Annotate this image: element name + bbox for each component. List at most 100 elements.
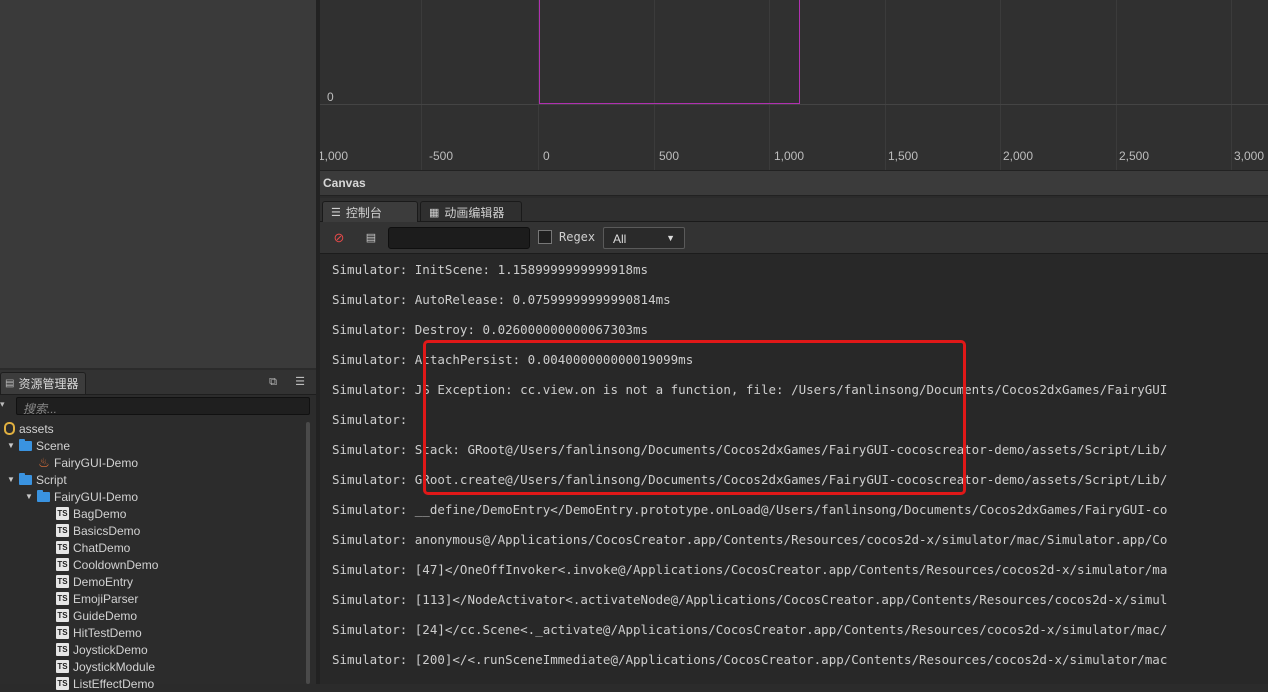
tab-animation-editor[interactable]: ▦ 动画编辑器 [420, 201, 522, 222]
canvas-breadcrumb: Canvas [320, 170, 1268, 196]
tree-item-script[interactable]: TS BasicsDemo [56, 522, 140, 539]
chevron-down-icon: ▼ [666, 233, 675, 243]
tab-console[interactable]: ☰ 控制台 [322, 201, 418, 222]
tree-item-label: HitTestDemo [73, 625, 142, 640]
expand-arrow-icon[interactable]: ▼ [6, 475, 16, 484]
tree-item-label: Scene [36, 438, 71, 453]
x-axis-label: 500 [659, 149, 680, 163]
typescript-icon: TS [56, 507, 69, 520]
assets-search-input[interactable]: 搜索... [16, 397, 310, 416]
tree-item-scene-folder[interactable]: ▼ Scene [6, 437, 70, 454]
asset-manager-icon: ▤ [5, 378, 15, 389]
log-level-value: All [613, 232, 627, 246]
regex-checkbox[interactable] [538, 230, 552, 244]
error-highlight-box [423, 340, 966, 495]
expand-arrow-icon[interactable]: ▼ [6, 441, 16, 450]
grid-line [1231, 0, 1232, 170]
console-tabbar: ☰ 控制台 ▦ 动画编辑器 [320, 198, 1268, 222]
tree-item-label: BasicsDemo [73, 523, 141, 538]
tree-item-label: Script [36, 472, 67, 487]
tree-item-script[interactable]: TS JoystickModule [56, 658, 155, 675]
typescript-icon: TS [56, 592, 69, 605]
typescript-icon: TS [56, 558, 69, 571]
tree-item-label: ChatDemo [73, 540, 131, 555]
x-axis-label: 2,500 [1119, 149, 1150, 163]
popout-icon[interactable]: ⧉ [266, 375, 280, 389]
tree-item-script[interactable]: TS CooldownDemo [56, 556, 158, 573]
tree-item-label: FairyGUI-Demo [54, 455, 139, 470]
tab-assets-label: 资源管理器 [18, 377, 79, 391]
log-level-select[interactable]: All ▼ [603, 227, 685, 249]
grid-line [1116, 0, 1117, 170]
tree-item-script[interactable]: TS EmojiParser [56, 590, 138, 607]
log-line: Simulator: [113]</NodeActivator<.activat… [332, 592, 1168, 607]
x-axis-label: 1,500 [888, 149, 919, 163]
typescript-icon: TS [56, 609, 69, 622]
log-line: Simulator: anonymous@/Applications/Cocos… [332, 532, 1168, 547]
log-line: Simulator: [332, 412, 408, 427]
log-line: Simulator: [24]</cc.Scene<._activate@/Ap… [332, 622, 1168, 637]
log-line: Simulator: [47]</OneOffInvoker<.invoke@/… [332, 562, 1168, 577]
canvas-label[interactable]: Canvas [323, 176, 366, 190]
menu-icon[interactable]: ☰ [293, 375, 307, 389]
tree-item-label: JoystickModule [73, 659, 156, 674]
create-dropdown-icon[interactable]: ▾ [0, 399, 5, 410]
tab-console-label: 控制台 [345, 205, 382, 220]
assets-search-row: ▾ 搜索... [0, 396, 316, 418]
tree-item-script[interactable]: TS DemoEntry [56, 573, 133, 590]
expand-arrow-icon[interactable]: ▼ [24, 492, 34, 501]
tree-item-label: assets [19, 421, 54, 436]
tree-item-label: DemoEntry [73, 574, 134, 589]
scene-view[interactable]: 0 -1,000 -500 0 500 1,000 1,500 2,000 2,… [320, 0, 1268, 170]
tab-animation-label: 动画编辑器 [444, 205, 505, 220]
x-axis-label: -500 [429, 149, 454, 163]
tree-item-scene-file[interactable]: ♨ FairyGUI-Demo [38, 454, 138, 471]
tree-item-fairygui-folder[interactable]: ▼ FairyGUI-Demo [24, 488, 138, 505]
clear-console-button[interactable]: ⊘ [332, 231, 346, 245]
tree-item-script[interactable]: TS ChatDemo [56, 539, 130, 556]
database-icon [4, 422, 15, 435]
typescript-icon: TS [56, 643, 69, 656]
tree-item-assets[interactable]: assets [4, 420, 54, 437]
assets-tree: assets ▼ Scene ♨ FairyGUI-Demo ▼ Script … [0, 420, 306, 691]
console-toolbar: ⊘ ▤ Regex All ▼ [320, 222, 1268, 254]
scene-icon: ♨ [38, 454, 50, 470]
regex-label: Regex [559, 230, 596, 244]
x-axis-label: -1,000 [320, 149, 349, 163]
log-line: Simulator: InitScene: 1.1589999999999918… [332, 262, 649, 277]
folder-icon [19, 438, 32, 451]
assets-tabbar: ▤ 资源管理器 ⧉ ☰ [0, 370, 316, 395]
grid-line [885, 0, 886, 170]
tree-item-label: EmojiParser [73, 591, 139, 606]
log-line: Simulator: AutoRelease: 0.07599999999990… [332, 292, 671, 307]
tree-item-label: CooldownDemo [73, 557, 159, 572]
y-axis-zero-label: 0 [327, 90, 334, 104]
console-filter-input[interactable] [388, 227, 530, 249]
tree-item-script[interactable]: TS HitTestDemo [56, 624, 142, 641]
tree-item-script[interactable]: TS GuideDemo [56, 607, 137, 624]
x-axis-label: 0 [543, 149, 550, 163]
hierarchy-panel [0, 0, 316, 368]
assets-panel: ▤ 资源管理器 ⧉ ☰ ▾ 搜索... assets ▼ Scene ♨ Fai… [0, 370, 316, 691]
x-axis-line [320, 104, 1268, 105]
tree-item-script-folder[interactable]: ▼ Script [6, 471, 67, 488]
x-axis-label: 3,000 [1234, 149, 1265, 163]
tree-scrollbar[interactable] [306, 422, 310, 684]
open-log-file-icon[interactable]: ▤ [364, 231, 378, 245]
tree-item-script[interactable]: TS BagDemo [56, 505, 126, 522]
tree-item-label: FairyGUI-Demo [54, 489, 139, 504]
tree-item-script[interactable]: TS JoystickDemo [56, 641, 148, 658]
design-resolution-rect [539, 0, 800, 104]
grid-line [421, 0, 422, 170]
typescript-icon: TS [56, 575, 69, 588]
grid-line [1000, 0, 1001, 170]
log-line: Simulator: __define/DemoEntry</DemoEntry… [332, 502, 1168, 517]
tree-item-label: BagDemo [73, 506, 127, 521]
typescript-icon: TS [56, 626, 69, 639]
tab-assets[interactable]: ▤ 资源管理器 [0, 372, 86, 394]
animation-icon: ▦ [429, 206, 440, 219]
x-axis-label: 2,000 [1003, 149, 1034, 163]
folder-icon [37, 489, 50, 502]
typescript-icon: TS [56, 660, 69, 673]
x-axis-label: 1,000 [774, 149, 805, 163]
